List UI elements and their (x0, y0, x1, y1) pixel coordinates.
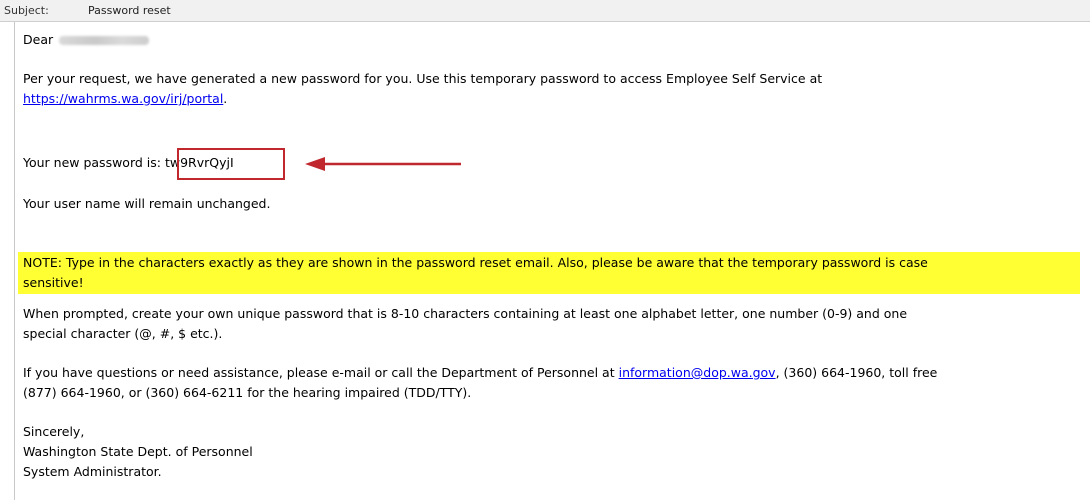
password-highlight-box (177, 148, 285, 180)
contact-suffix: , (360) 664-1960, toll free (775, 365, 938, 380)
greeting-line: Dear (23, 30, 150, 50)
subject-label: Subject: (4, 4, 49, 17)
contact-line-2: (877) 664-1960, or (360) 664-6211 for th… (23, 385, 472, 400)
greeting-text: Dear (23, 32, 54, 47)
prompt-line-2: special character (@, #, $ etc.). (23, 326, 223, 341)
signature-line-1: Washington State Dept. of Personnel (23, 444, 253, 459)
intro-line-1: Per your request, we have generated a ne… (23, 71, 823, 86)
email-body: Dear Per your request, we have generated… (14, 22, 1082, 500)
portal-link[interactable]: https://wahrms.wa.gov/irj/portal (23, 91, 223, 106)
email-header: Subject: Password reset (0, 0, 1090, 22)
subject-value: Password reset (88, 4, 171, 17)
password-prefix: Your new password is (23, 155, 157, 170)
contact-prefix: If you have questions or need assistance… (23, 365, 615, 380)
contact-email-link[interactable]: information@dop.wa.gov (619, 365, 776, 380)
intro-line-2: https://wahrms.wa.gov/irj/portal. (23, 89, 227, 109)
note-line-1: NOTE: Type in the characters exactly as … (23, 255, 928, 270)
note-line-2: sensitive! (23, 275, 84, 290)
arrow-left-icon (305, 157, 461, 171)
note-highlight: NOTE: Type in the characters exactly as … (18, 252, 1080, 294)
prompt-line-1: When prompted, create your own unique pa… (23, 306, 908, 321)
redacted-name (59, 36, 150, 45)
portal-suffix: . (223, 91, 228, 106)
contact-line-1: If you have questions or need assistance… (23, 363, 937, 383)
username-line: Your user name will remain unchanged. (23, 196, 271, 211)
closing-line: Sincerely, (23, 424, 85, 439)
signature-line-2: System Administrator. (23, 464, 162, 479)
